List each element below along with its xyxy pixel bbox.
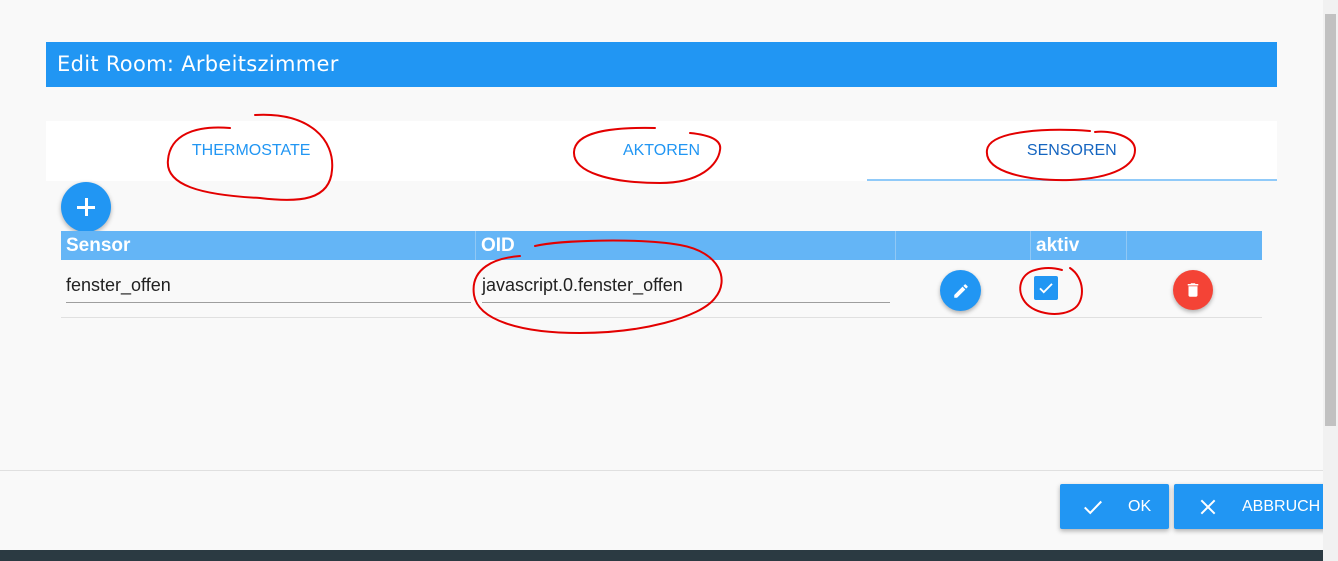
tab-aktoren[interactable]: AKTOREN <box>456 121 866 181</box>
column-header-aktiv: aktiv <box>1031 231 1127 260</box>
edit-room-dialog: Edit Room: Arbeitszimmer THERMOSTATE AKT… <box>0 0 1335 550</box>
trash-icon <box>1187 283 1199 297</box>
close-icon <box>1200 499 1216 514</box>
cancel-label: ABBRUCH <box>1242 497 1321 515</box>
tab-thermostate[interactable]: THERMOSTATE <box>46 121 456 181</box>
dialog-title: Edit Room: Arbeitszimmer <box>46 42 1277 87</box>
check-icon <box>1084 500 1102 514</box>
tab-bar: THERMOSTATE AKTOREN SENSOREN <box>46 121 1278 181</box>
tab-sensoren[interactable]: SENSOREN <box>866 121 1278 181</box>
ok-label: OK <box>1128 497 1152 515</box>
cancel-button[interactable]: ABBRUCH <box>1174 484 1335 529</box>
column-header-sensor: Sensor <box>61 231 476 260</box>
column-header-edit <box>896 231 1031 260</box>
aktiv-checkbox[interactable] <box>1034 276 1058 300</box>
sensor-name-field[interactable]: fenster_offen <box>66 273 471 303</box>
column-header-oid: OID <box>476 231 896 260</box>
scrollbar-thumb[interactable] <box>1325 14 1336 426</box>
edit-button[interactable] <box>940 270 981 311</box>
ok-button[interactable]: OK <box>1060 484 1169 529</box>
check-icon <box>1039 283 1053 294</box>
table-header: Sensor OID aktiv <box>61 231 1262 260</box>
delete-button[interactable] <box>1173 270 1213 310</box>
table-row: fenster_offen javascript.0.fenster_offen <box>61 260 1262 318</box>
footer-divider <box>0 470 1323 471</box>
pencil-icon <box>953 283 968 298</box>
oid-field[interactable]: javascript.0.fenster_offen <box>482 273 890 303</box>
add-sensor-button[interactable] <box>61 182 111 232</box>
column-header-delete <box>1127 231 1262 260</box>
